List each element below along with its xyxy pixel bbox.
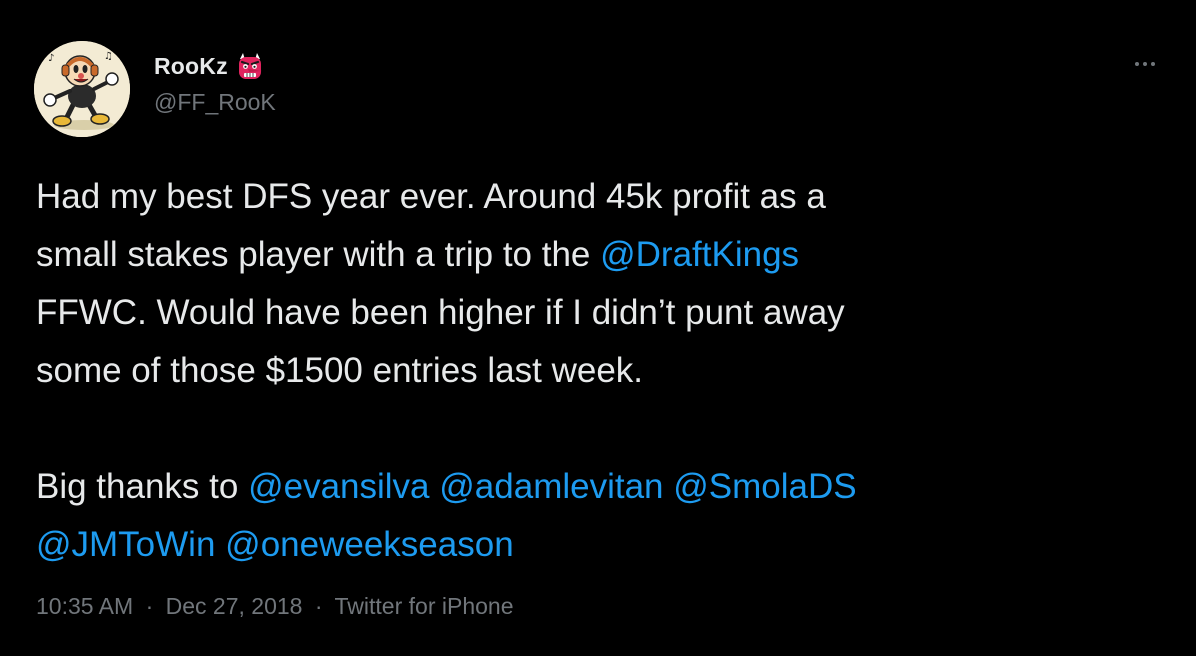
tweet-text-segment: Had my best DFS year ever. Around 45k pr… xyxy=(36,177,826,216)
tweet-text-segment xyxy=(664,467,674,506)
tweet-text-line: FFWC. Would have been higher if I didn’t… xyxy=(36,284,1166,342)
more-options-button[interactable] xyxy=(1125,54,1165,74)
tweet-text-line: small stakes player with a trip to the @… xyxy=(36,226,1166,284)
mention-link[interactable]: @oneweekseason xyxy=(225,525,514,564)
tweet-text-line: some of those $1500 entries last week. xyxy=(36,342,1166,400)
tweet-text-segment: Big thanks to xyxy=(36,467,249,506)
user-handle[interactable]: @FF_RooK xyxy=(154,89,276,116)
avatar[interactable]: ♪ ♫ xyxy=(34,41,130,137)
tweet-text-line: Had my best DFS year ever. Around 45k pr… xyxy=(36,168,1166,226)
svg-text:♪: ♪ xyxy=(48,53,54,64)
goblin-emoji-icon xyxy=(235,51,265,81)
display-name[interactable]: RooKz xyxy=(154,53,228,80)
tweet-text-line: @JMToWin @oneweekseason xyxy=(36,516,1166,574)
tweet-time[interactable]: 10:35 AM xyxy=(36,593,133,619)
mention-link[interactable]: @DraftKings xyxy=(600,235,799,274)
cartoon-avatar-image: ♪ ♫ xyxy=(34,41,130,137)
more-icon xyxy=(1151,62,1155,66)
tweet-text-segment: small stakes player with a trip to the xyxy=(36,235,601,274)
tweet-text-segment xyxy=(430,467,440,506)
more-icon xyxy=(1135,62,1139,66)
more-icon xyxy=(1143,62,1147,66)
tweet-date[interactable]: Dec 27, 2018 xyxy=(166,593,303,619)
tweet-card: ♪ ♫ RooKz @FF_RooK Had my best DFS year … xyxy=(0,0,1196,656)
mention-link[interactable]: @JMToWin xyxy=(36,525,215,564)
display-name-row: RooKz xyxy=(154,51,265,81)
mention-link[interactable]: @adamlevitan xyxy=(439,467,663,506)
meta-separator: · xyxy=(145,593,154,619)
tweet-meta: 10:35 AM · Dec 27, 2018 · Twitter for iP… xyxy=(36,593,513,620)
tweet-text-segment: some of those $1500 entries last week. xyxy=(36,351,644,390)
tweet-text-segment xyxy=(215,525,225,564)
tweet-source[interactable]: Twitter for iPhone xyxy=(335,593,514,619)
tweet-text-line: Big thanks to @evansilva @adamlevitan @S… xyxy=(36,458,1166,516)
mention-link[interactable]: @evansilva xyxy=(248,467,429,506)
tweet-text-line xyxy=(36,400,1166,458)
tweet-text: Had my best DFS year ever. Around 45k pr… xyxy=(36,168,1166,574)
meta-separator: · xyxy=(314,593,323,619)
svg-text:♫: ♫ xyxy=(104,51,113,62)
mention-link[interactable]: @SmolaDS xyxy=(673,467,856,506)
tweet-text-segment: FFWC. Would have been higher if I didn’t… xyxy=(36,293,845,332)
